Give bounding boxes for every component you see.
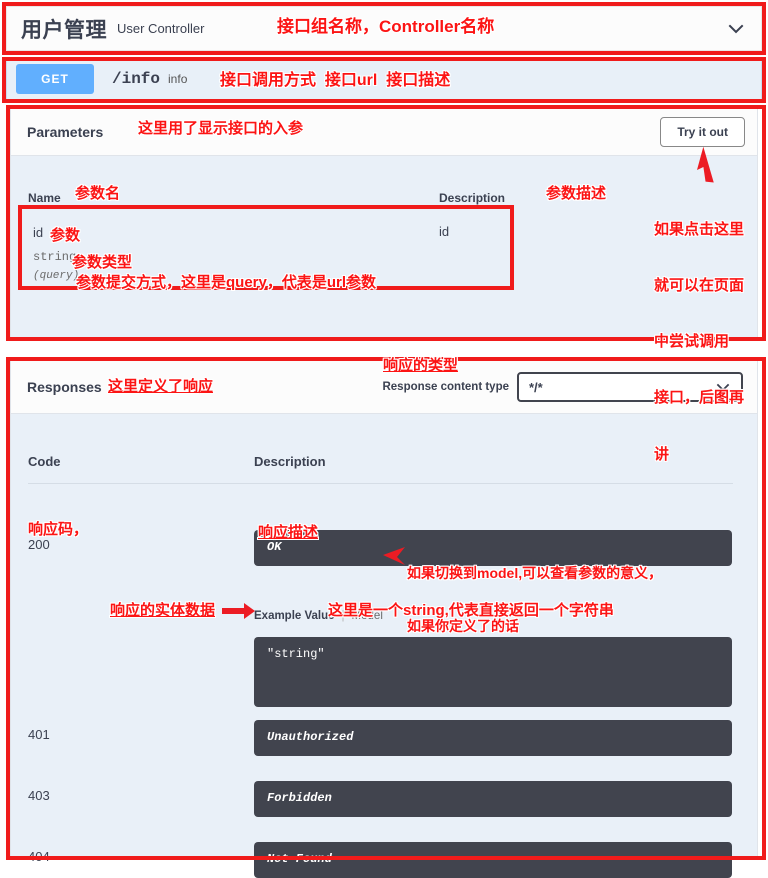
responses-col-description: Description (254, 454, 326, 469)
annotation-try-line-2: 就可以在页面 (654, 276, 745, 294)
parameters-col-name: Name (28, 191, 61, 205)
operation-path: /info (112, 70, 161, 88)
annotation-group-header: 接口组名称，Controller名称 (277, 17, 495, 36)
parameters-header: Parameters Try it out (11, 108, 757, 156)
annotation-param-name-col: 参数名 (75, 185, 121, 202)
annotation-string-note: 这里是一个string,代表直接返回一个字符串 (328, 602, 614, 619)
parameters-col-description: Description (439, 191, 506, 205)
annotation-param-desc-col: 参数描述 (546, 185, 607, 202)
responses-col-code: Code (28, 454, 61, 469)
parameter-description: id (439, 224, 450, 239)
response-code: 401 (28, 727, 50, 742)
parameters-panel: Parameters Try it out Name Description i… (10, 107, 758, 339)
annotation-try-line-3: 中尝试调用 (654, 333, 730, 350)
response-description-block: Unauthorized (254, 720, 732, 756)
response-content-type-label: Response content type (382, 381, 509, 393)
annotation-try-line-5: 讲 (654, 445, 670, 463)
annotation-param-in: 参数提交方式，这里是query，代表是url参数 (76, 274, 377, 291)
response-content-type-value: */* (529, 379, 543, 395)
chevron-down-icon[interactable] (725, 18, 747, 40)
response-description-block: Forbidden (254, 781, 732, 817)
annotation-entity-data: 响应的实体数据 (110, 602, 216, 619)
annotation-response-code: 响应码， (28, 521, 89, 538)
cursor-arrow-model-tab (381, 545, 411, 575)
annotation-responses-title: 这里定义了响应 (108, 378, 214, 395)
responses-divider (28, 483, 733, 484)
response-code: 404 (28, 849, 50, 864)
annotation-content-type: 响应的类型 (383, 357, 459, 374)
cursor-arrow-try-it-out (690, 143, 724, 183)
annotation-operation-row: 接口调用方式 接口url 接口描述 (220, 72, 451, 89)
annotation-response-desc: 响应描述 (258, 524, 319, 541)
parameter-name: id (33, 225, 44, 240)
parameters-title: Parameters (27, 123, 104, 140)
operation-summary: info (168, 72, 188, 86)
annotation-param-type: 参数类型 (72, 254, 133, 271)
parameter-type: string (33, 250, 77, 264)
arrow-entity-data (222, 602, 256, 620)
annotation-try-line-4: 接口，后图再 (654, 389, 745, 407)
annotation-model-tab: 如果切换到model,可以查看参数的意义， 如果你定义了的话 (407, 530, 662, 670)
annotation-try-line-1: 如果点击这里 (654, 220, 745, 238)
annotation-try-it-out: 如果点击这里 就可以在页面 中尝试调用 接口，后图再 讲 (654, 183, 744, 502)
api-group-title: 用户管理 (21, 18, 107, 42)
http-method-badge: GET (16, 64, 94, 94)
annotation-parameters-title: 这里用了显示接口的入参 (138, 120, 304, 137)
annotation-param-name: 参数 (50, 227, 81, 244)
parameters-table: Name Description id string (query) id (11, 156, 757, 339)
api-group-subtitle: User Controller (117, 21, 205, 36)
tab-example-value[interactable]: Example Value (254, 610, 335, 622)
try-it-out-button[interactable]: Try it out (660, 116, 745, 147)
annotation-model-line-1: 如果切换到model,可以查看参数的意义， (407, 565, 663, 581)
response-code: 403 (28, 788, 50, 803)
swagger-ui-page: 用户管理 User Controller 接口组名称，Controller名称 … (0, 0, 768, 878)
response-description-block: Not Found (254, 842, 732, 878)
responses-title: Responses (27, 379, 102, 395)
